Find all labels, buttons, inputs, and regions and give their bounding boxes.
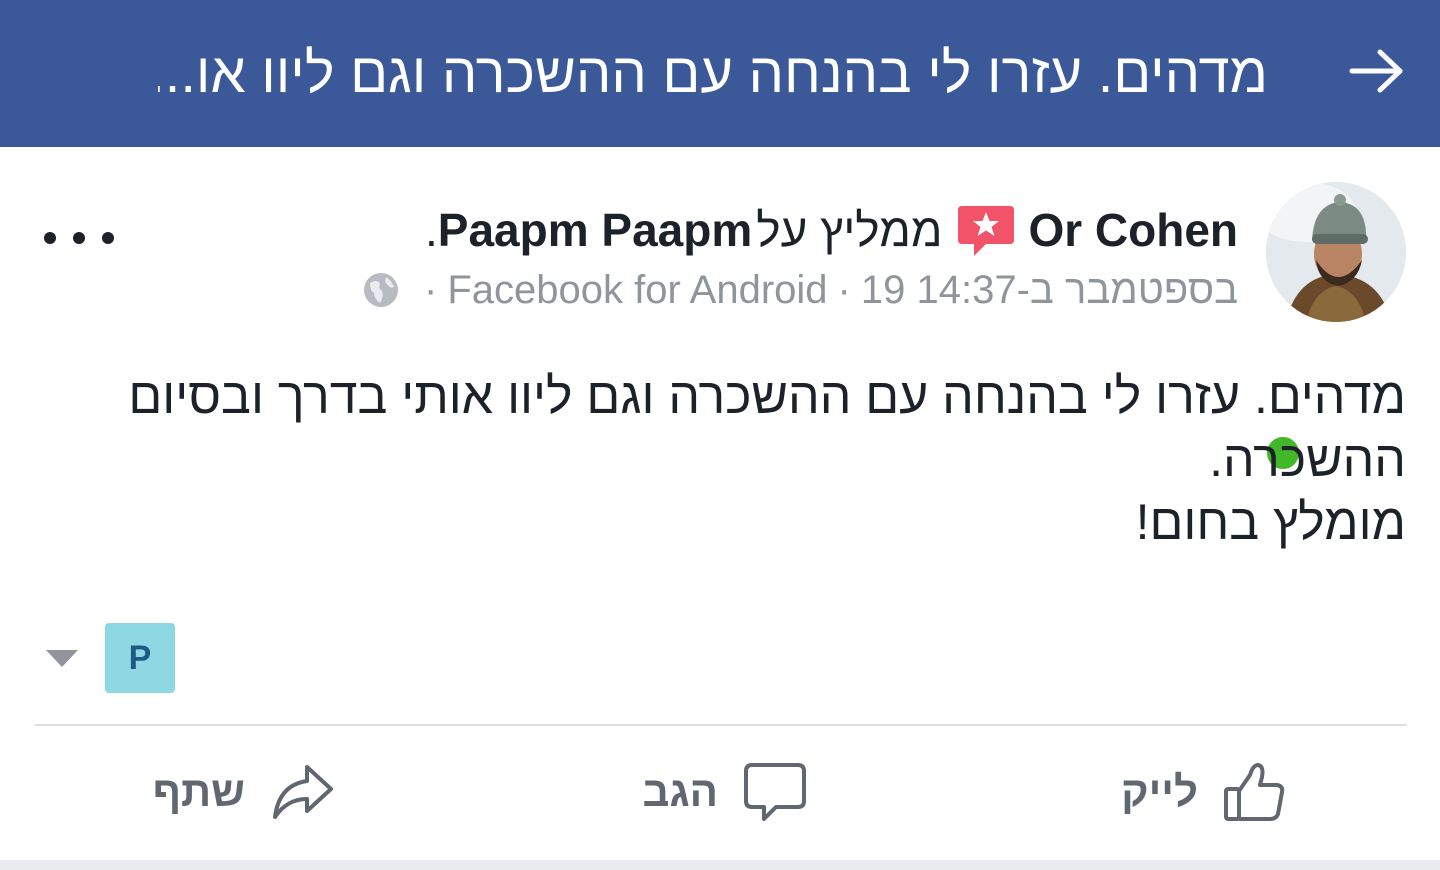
recommendation-star-icon	[956, 200, 1016, 260]
card-bottom-border	[0, 860, 1440, 870]
top-app-bar: מדהים. עזרו לי בהנחה עם ההשכרה וגם ליוו …	[0, 0, 1440, 147]
post-body-line: ההשכרה.	[1209, 431, 1406, 487]
author-name[interactable]: Or Cohen	[1028, 203, 1238, 257]
recommended-page-name[interactable]: Paapm Paapm	[438, 203, 752, 257]
dot-icon	[73, 232, 85, 244]
profile-photo	[1266, 182, 1406, 322]
chevron-down-icon[interactable]	[46, 650, 78, 667]
page-chip[interactable]: P	[105, 623, 175, 693]
comment-bubble-icon	[742, 759, 808, 825]
meta-separator: ·	[837, 267, 851, 312]
meta-separator-2: ·	[423, 267, 438, 312]
like-label: לייק	[1121, 768, 1198, 815]
post-card: Or Cohen ממליץ על Paapm Paapm . 19 בספטמ…	[0, 147, 1440, 870]
thumbs-up-icon	[1222, 759, 1288, 825]
comment-label: הגב	[642, 768, 718, 815]
post-body-line: מומלץ בחום!	[1135, 494, 1406, 550]
arrow-right-icon	[1349, 49, 1403, 93]
post-app-source: Facebook for Android	[447, 267, 828, 312]
share-button[interactable]: שתף	[153, 757, 335, 827]
share-label: שתף	[152, 768, 245, 815]
avatar[interactable]	[1266, 182, 1406, 322]
post-meta: 19 בספטמבר ב-14:37 · Facebook for Androi…	[362, 265, 1238, 315]
dot-icon	[44, 232, 56, 244]
share-arrow-icon	[269, 759, 335, 825]
post-header: Or Cohen ממליץ על Paapm Paapm .	[425, 199, 1238, 261]
more-options-button[interactable]	[44, 215, 114, 261]
post-timestamp[interactable]: 19 בספטמבר ב-14:37	[861, 268, 1238, 313]
post-body: מדהים. עזרו לי בהנחה עם ההשכרה וגם ליוו …	[128, 365, 1406, 554]
post-body-line: מדהים. עזרו לי בהנחה עם ההשכרה וגם ליוו …	[128, 368, 1406, 424]
dot-icon	[102, 232, 114, 244]
sentence-period: .	[424, 204, 438, 256]
globe-icon	[362, 271, 400, 309]
comment-button[interactable]: הגב	[643, 757, 808, 827]
page-title: מדהים. עזרו לי בהנחה עם ההשכרה וגם ליוו …	[158, 41, 1268, 104]
like-button[interactable]: לייק	[1121, 757, 1288, 827]
back-button[interactable]	[1342, 38, 1412, 104]
recommends-text: ממליץ על	[756, 204, 943, 256]
divider	[35, 724, 1407, 726]
